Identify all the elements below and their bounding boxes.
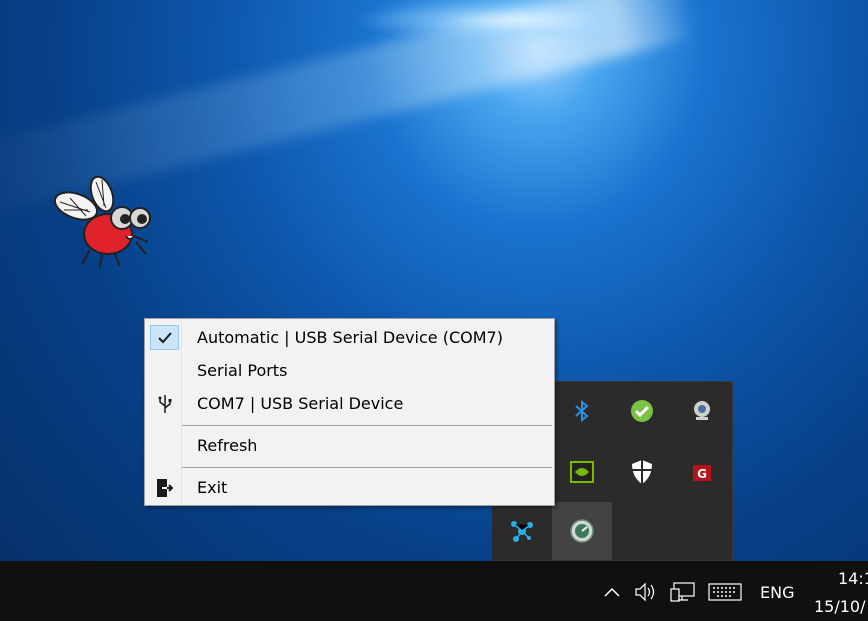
webcam-icon[interactable] (672, 382, 732, 440)
green-check-app-icon[interactable] (612, 382, 672, 440)
menu-separator (182, 467, 552, 468)
menu-item-exit[interactable]: Exit (147, 472, 552, 503)
input-language-indicator[interactable]: ENG (760, 583, 794, 602)
wallpaper-glow (360, 0, 620, 40)
menu-item-label: Serial Ports (197, 361, 288, 380)
clock-date[interactable]: 15/10/ (814, 597, 866, 616)
menu-item-label: Automatic | USB Serial Device (COM7) (197, 328, 503, 347)
menu-item-label: COM7 | USB Serial Device (197, 394, 404, 413)
taskbar: ENG 14:1 15/10/ (0, 561, 868, 621)
windows-defender-icon[interactable] (612, 443, 672, 501)
show-hidden-icons-chevron-icon[interactable] (598, 579, 626, 605)
usb-icon (150, 391, 179, 416)
red-app-icon[interactable]: G (672, 443, 732, 501)
exit-icon (150, 475, 179, 500)
menu-item-automatic[interactable]: Automatic | USB Serial Device (COM7) (147, 322, 552, 353)
network-nodes-icon[interactable] (492, 502, 552, 560)
touch-keyboard-icon[interactable] (706, 579, 744, 605)
network-icon[interactable] (668, 579, 698, 605)
menu-item-com7[interactable]: COM7 | USB Serial Device (147, 388, 552, 419)
menu-item-label: Refresh (197, 436, 258, 455)
menu-item-label: Exit (197, 478, 228, 497)
clock-time[interactable]: 14:1 (838, 569, 868, 588)
menu-separator (182, 425, 552, 426)
menu-item-serial-ports[interactable]: Serial Ports (147, 355, 552, 386)
checkmark-icon (150, 325, 179, 350)
fly-mascot-icon (53, 175, 151, 269)
tray-context-menu: Automatic | USB Serial Device (COM7) Ser… (144, 318, 555, 506)
bluetooth-icon[interactable] (552, 382, 612, 440)
svg-text:G: G (697, 467, 707, 481)
volume-icon[interactable] (632, 579, 662, 605)
speed-gauge-icon[interactable] (552, 502, 612, 560)
nvidia-icon[interactable] (552, 443, 612, 501)
menu-item-refresh[interactable]: Refresh (147, 430, 552, 461)
